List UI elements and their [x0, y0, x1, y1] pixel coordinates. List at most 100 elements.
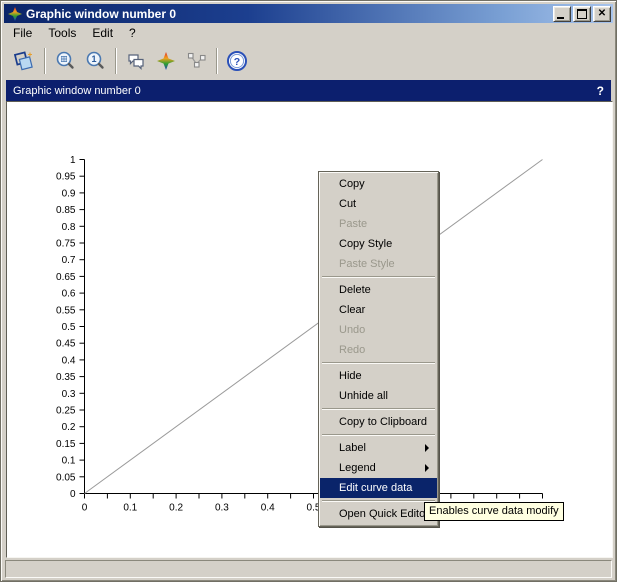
toolbar-separator [115, 48, 116, 74]
context-menu-item-label[interactable]: Label [320, 438, 437, 458]
rotated-squares-icon [13, 50, 35, 72]
context-menu-item-label: Undo [339, 324, 365, 336]
maximize-button[interactable] [573, 6, 591, 22]
zoom-original-button[interactable]: 1 [80, 47, 110, 75]
y-tick-label: 0.25 [56, 406, 76, 417]
context-menu-item-label: Copy Style [339, 238, 392, 250]
y-tick-label: 0.35 [56, 372, 76, 383]
context-menu-item-clear[interactable]: Clear [320, 300, 437, 320]
plot-canvas[interactable]: 00.050.10.150.20.250.30.350.40.450.50.55… [7, 102, 612, 557]
y-tick-label: 0.9 [62, 188, 76, 199]
context-menu-item-cut[interactable]: Cut [320, 194, 437, 214]
data-points-button[interactable] [181, 47, 211, 75]
x-tick-label: 0 [82, 503, 88, 514]
context-menu-item-open-quick-editor[interactable]: Open Quick Editor [320, 504, 437, 524]
color-style-button[interactable] [151, 47, 181, 75]
context-menu-item-unhide-all[interactable]: Unhide all [320, 386, 437, 406]
context-menu-item-label: Open Quick Editor [339, 508, 429, 520]
magnifier-grid-icon [54, 50, 76, 72]
y-tick-label: 0.75 [56, 239, 76, 250]
context-menu-item-legend[interactable]: Legend [320, 458, 437, 478]
y-tick-label: 0.05 [56, 472, 76, 483]
title-bar[interactable]: Graphic window number 0 ✕ [4, 4, 613, 23]
context-menu-item-label: Unhide all [339, 390, 388, 402]
figure-help-button[interactable]: ? [597, 84, 604, 98]
toolbar-separator [216, 48, 217, 74]
submenu-arrow-icon [425, 464, 429, 472]
close-icon: ✕ [598, 9, 606, 19]
graphic-window: Graphic window number 0 ✕ FileToolsEdit? [0, 0, 617, 582]
app-icon [8, 7, 22, 21]
minimize-button[interactable] [553, 6, 571, 22]
context-menu-item-paste-style[interactable]: Paste Style [320, 254, 437, 274]
y-tick-label: 0 [70, 489, 76, 500]
context-menu-item-redo[interactable]: Redo [320, 340, 437, 360]
x-tick-label: 0.2 [169, 503, 183, 514]
context-menu-item-label: Delete [339, 284, 371, 296]
context-menu-item-label: Paste [339, 218, 367, 230]
y-tick-label: 0.15 [56, 439, 76, 450]
menu-bar: FileToolsEdit? [5, 24, 612, 41]
context-menu-item-delete[interactable]: Delete [320, 280, 437, 300]
context-menu-item-hide[interactable]: Hide [320, 366, 437, 386]
help-icon: ? [226, 50, 248, 72]
linked-nodes-icon [185, 50, 207, 72]
window-controls: ✕ [551, 6, 611, 22]
export-figure-button[interactable] [9, 47, 39, 75]
x-tick-label: 0.4 [261, 503, 275, 514]
x-tick-label: 0.1 [123, 503, 137, 514]
annotations-button[interactable] [121, 47, 151, 75]
status-bar [5, 560, 612, 578]
y-tick-label: 0.95 [56, 172, 76, 183]
x-tick-label: 0.3 [215, 503, 229, 514]
y-tick-label: 0.6 [62, 289, 76, 300]
context-menu-item-label: Cut [339, 198, 356, 210]
svg-text:?: ? [234, 56, 240, 68]
y-tick-label: 0.8 [62, 222, 76, 233]
context-menu-separator [322, 500, 435, 502]
menubar-item-edit[interactable]: Edit [84, 25, 121, 41]
zoom-area-button[interactable] [50, 47, 80, 75]
y-tick-label: 0.2 [62, 422, 76, 433]
context-menu-item-copy-style[interactable]: Copy Style [320, 234, 437, 254]
menubar-item-tools[interactable]: Tools [40, 25, 84, 41]
context-menu-item-paste[interactable]: Paste [320, 214, 437, 234]
context-menu-separator [322, 408, 435, 410]
context-menu-item-label: Copy to Clipboard [339, 416, 427, 428]
y-tick-label: 0.5 [62, 322, 76, 333]
speech-bubbles-icon [125, 50, 147, 72]
y-tick-label: 0.45 [56, 339, 76, 350]
submenu-arrow-icon [425, 444, 429, 452]
context-menu-item-label: Clear [339, 304, 365, 316]
y-tick-label: 1 [70, 155, 76, 166]
figure-header-bar: Graphic window number 0 ? [6, 80, 611, 101]
y-tick-label: 0.3 [62, 389, 76, 400]
toolbar-separator [44, 48, 45, 74]
y-tick-label: 0.4 [62, 355, 76, 366]
context-menu-item-label: Copy [339, 178, 365, 190]
context-menu-item-copy-to-clipboard[interactable]: Copy to Clipboard [320, 412, 437, 432]
menubar-item-file[interactable]: File [5, 25, 40, 41]
maximize-icon [577, 9, 587, 19]
context-menu-item-label: Label [339, 442, 366, 454]
svg-text:1: 1 [91, 54, 96, 64]
window-title: Graphic window number 0 [26, 7, 176, 21]
context-menu-item-label: Edit curve data [339, 482, 412, 494]
magnifier-one-icon: 1 [84, 50, 106, 72]
y-tick-label: 0.65 [56, 272, 76, 283]
close-button[interactable]: ✕ [593, 6, 611, 22]
context-menu-item-label: Redo [339, 344, 365, 356]
context-menu-item-edit-curve-data[interactable]: Edit curve data [320, 478, 437, 498]
help-button[interactable]: ? [222, 47, 252, 75]
y-tick-label: 0.1 [62, 456, 76, 467]
menubar-item-help[interactable]: ? [121, 25, 144, 41]
context-menu-item-undo[interactable]: Undo [320, 320, 437, 340]
context-menu: Copy Cut Paste Copy Style Paste Style Delete C… [318, 171, 439, 527]
context-menu-separator [322, 434, 435, 436]
y-tick-label: 0.7 [62, 255, 76, 266]
context-menu-item-copy[interactable]: Copy [320, 174, 437, 194]
toolbar: 1 [5, 42, 612, 79]
y-tick-label: 0.85 [56, 205, 76, 216]
plot-client-area: 00.050.10.150.20.250.30.350.40.450.50.55… [6, 101, 613, 558]
figure-header-title: Graphic window number 0 [13, 85, 141, 97]
